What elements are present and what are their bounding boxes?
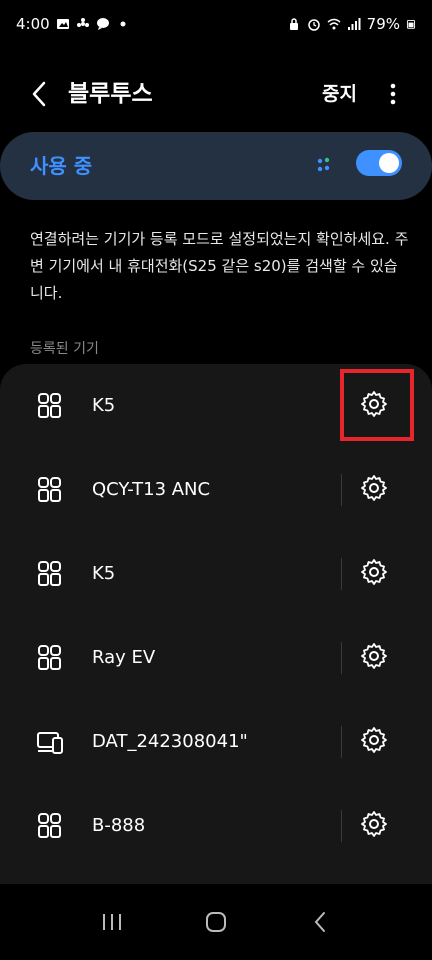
status-right: 79% <box>287 15 416 33</box>
toggle-label: 사용 중 <box>30 154 93 178</box>
page-title: 블루투스 <box>68 81 153 107</box>
earbuds-icon <box>38 561 61 586</box>
device-name: K5 <box>92 395 116 416</box>
recents-icon <box>103 914 121 930</box>
device-name: QCY-T13 ANC <box>92 479 211 500</box>
device-row[interactable]: DAT_242308041" <box>0 700 432 784</box>
chat-icon <box>96 18 109 30</box>
earbuds-icon <box>38 477 61 502</box>
signal-icon <box>347 18 361 30</box>
earbuds-icon <box>38 645 61 670</box>
gear-icon <box>361 559 387 585</box>
fan-icon <box>76 18 89 27</box>
status-time: 4:00 <box>16 15 50 33</box>
bluetooth-toggle-card[interactable]: 사용 중 <box>0 132 432 200</box>
more-options-button[interactable] <box>381 78 405 110</box>
device-row[interactable]: K5 <box>0 532 432 616</box>
back-button[interactable] <box>24 78 54 110</box>
gear-icon <box>361 643 387 669</box>
more-vert-icon <box>390 83 396 105</box>
device-name: K5 <box>92 563 116 584</box>
lock-icon <box>289 18 298 30</box>
device-settings-button[interactable] <box>358 724 390 756</box>
device-name: B-888 <box>92 815 146 836</box>
navigation-bar <box>0 884 432 960</box>
device-row[interactable]: Ray EV <box>0 616 432 700</box>
device-row[interactable]: B-888 <box>0 784 432 868</box>
device-settings-button[interactable] <box>358 808 390 840</box>
wifi-icon <box>327 18 341 30</box>
divider <box>341 642 342 674</box>
computer-phone-icon <box>37 732 63 754</box>
gear-icon <box>361 475 387 501</box>
device-settings-button[interactable] <box>358 472 390 504</box>
gear-icon <box>361 727 387 753</box>
recent-apps-button[interactable] <box>92 902 132 942</box>
device-name: Ray EV <box>92 647 156 668</box>
divider <box>341 726 342 758</box>
scanning-dots-icon <box>317 157 330 172</box>
back-arrow-icon <box>314 912 325 932</box>
divider <box>341 810 342 842</box>
header: 블루투스 중지 <box>0 64 432 124</box>
earbuds-icon <box>38 813 61 838</box>
highlight-box <box>340 369 414 441</box>
gallery-icon <box>56 19 69 29</box>
earbuds-icon <box>38 393 61 418</box>
alarm-icon <box>307 19 320 31</box>
device-list: K5 QCY-T13 ANC K5 Ray EV DAT_242308041" <box>0 364 432 884</box>
description-text: 연결하려는 기기가 등록 모드로 설정되었는지 확인하세요. 주변 기기에서 내… <box>30 230 409 302</box>
device-settings-button[interactable] <box>358 556 390 588</box>
registered-devices-label: 등록된 기기 <box>30 341 99 357</box>
home-button[interactable] <box>196 902 236 942</box>
divider <box>341 558 342 590</box>
bluetooth-switch[interactable] <box>356 150 402 176</box>
chevron-left-icon <box>32 81 46 107</box>
status-left: 4:00 <box>16 15 130 33</box>
device-row[interactable]: QCY-T13 ANC <box>0 448 432 532</box>
device-settings-button[interactable] <box>358 640 390 672</box>
stop-button[interactable]: 중지 <box>322 78 357 110</box>
device-name: DAT_242308041" <box>92 731 248 752</box>
divider <box>341 474 342 506</box>
nav-back-button[interactable] <box>300 902 340 942</box>
battery-icon <box>406 19 416 29</box>
switch-knob <box>379 153 399 173</box>
home-icon <box>206 912 226 932</box>
status-bar: 4:00 79% <box>0 0 432 48</box>
dot-icon <box>120 21 126 27</box>
battery-percent: 79% <box>366 15 400 33</box>
gear-icon <box>361 811 387 837</box>
